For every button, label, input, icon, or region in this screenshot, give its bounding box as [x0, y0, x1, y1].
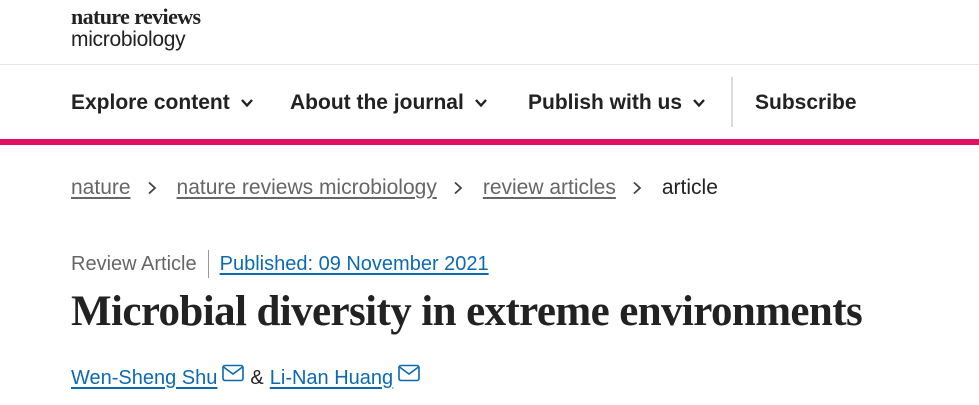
- subscribe-label: Subscribe: [755, 90, 857, 114]
- article-meta: Review Article Published: 09 November 20…: [71, 248, 489, 280]
- author-link[interactable]: Wen-Sheng Shu: [71, 367, 217, 390]
- chevron-down-icon: [240, 98, 253, 107]
- article-type: Review Article: [71, 252, 197, 275]
- nav-about-the-journal[interactable]: About the journal: [290, 66, 488, 139]
- main-nav: Explore content About the journal Publis…: [0, 66, 979, 139]
- nav-publish-with-us-label: Publish with us: [528, 90, 683, 114]
- article-title: Microbial diversity in extreme environme…: [71, 288, 863, 335]
- site-header: nature reviews microbiology: [0, 0, 979, 65]
- email-icon[interactable]: [398, 364, 420, 382]
- chevron-right-icon: [147, 181, 156, 195]
- logo-text-nature-reviews: nature reviews: [71, 4, 201, 29]
- nav-publish-with-us[interactable]: Publish with us: [528, 66, 706, 139]
- meta-divider: [207, 250, 209, 278]
- nav-divider: [731, 77, 733, 127]
- breadcrumb-review-articles[interactable]: review articles: [483, 176, 616, 200]
- chevron-right-icon: [454, 181, 463, 195]
- logo-text-microbiology: microbiology: [71, 28, 186, 51]
- published-date-link[interactable]: Published: 09 November 2021: [220, 253, 489, 276]
- breadcrumb-nature-reviews-microbiology[interactable]: nature reviews microbiology: [177, 176, 437, 200]
- chevron-down-icon: [474, 98, 487, 107]
- nav-about-the-journal-label: About the journal: [290, 90, 464, 114]
- email-icon[interactable]: [222, 364, 245, 382]
- breadcrumb-nature[interactable]: nature: [71, 176, 131, 200]
- author-link[interactable]: Li-Nan Huang: [270, 367, 393, 390]
- subscribe-link[interactable]: Subscribe: [755, 66, 857, 139]
- breadcrumb-current-article: article: [661, 176, 718, 199]
- breadcrumb: nature nature reviews microbiology revie…: [71, 172, 718, 204]
- author-separator: &: [250, 366, 264, 389]
- nav-explore-content[interactable]: Explore content: [71, 66, 254, 139]
- chevron-down-icon: [693, 98, 705, 107]
- nav-explore-content-label: Explore content: [71, 90, 230, 114]
- chevron-right-icon: [633, 181, 642, 195]
- accent-bar: [0, 139, 979, 145]
- journal-logo[interactable]: nature reviews microbiology: [71, 4, 201, 51]
- author-list: Wen-Sheng Shu & Li-Nan Huang: [71, 362, 420, 394]
